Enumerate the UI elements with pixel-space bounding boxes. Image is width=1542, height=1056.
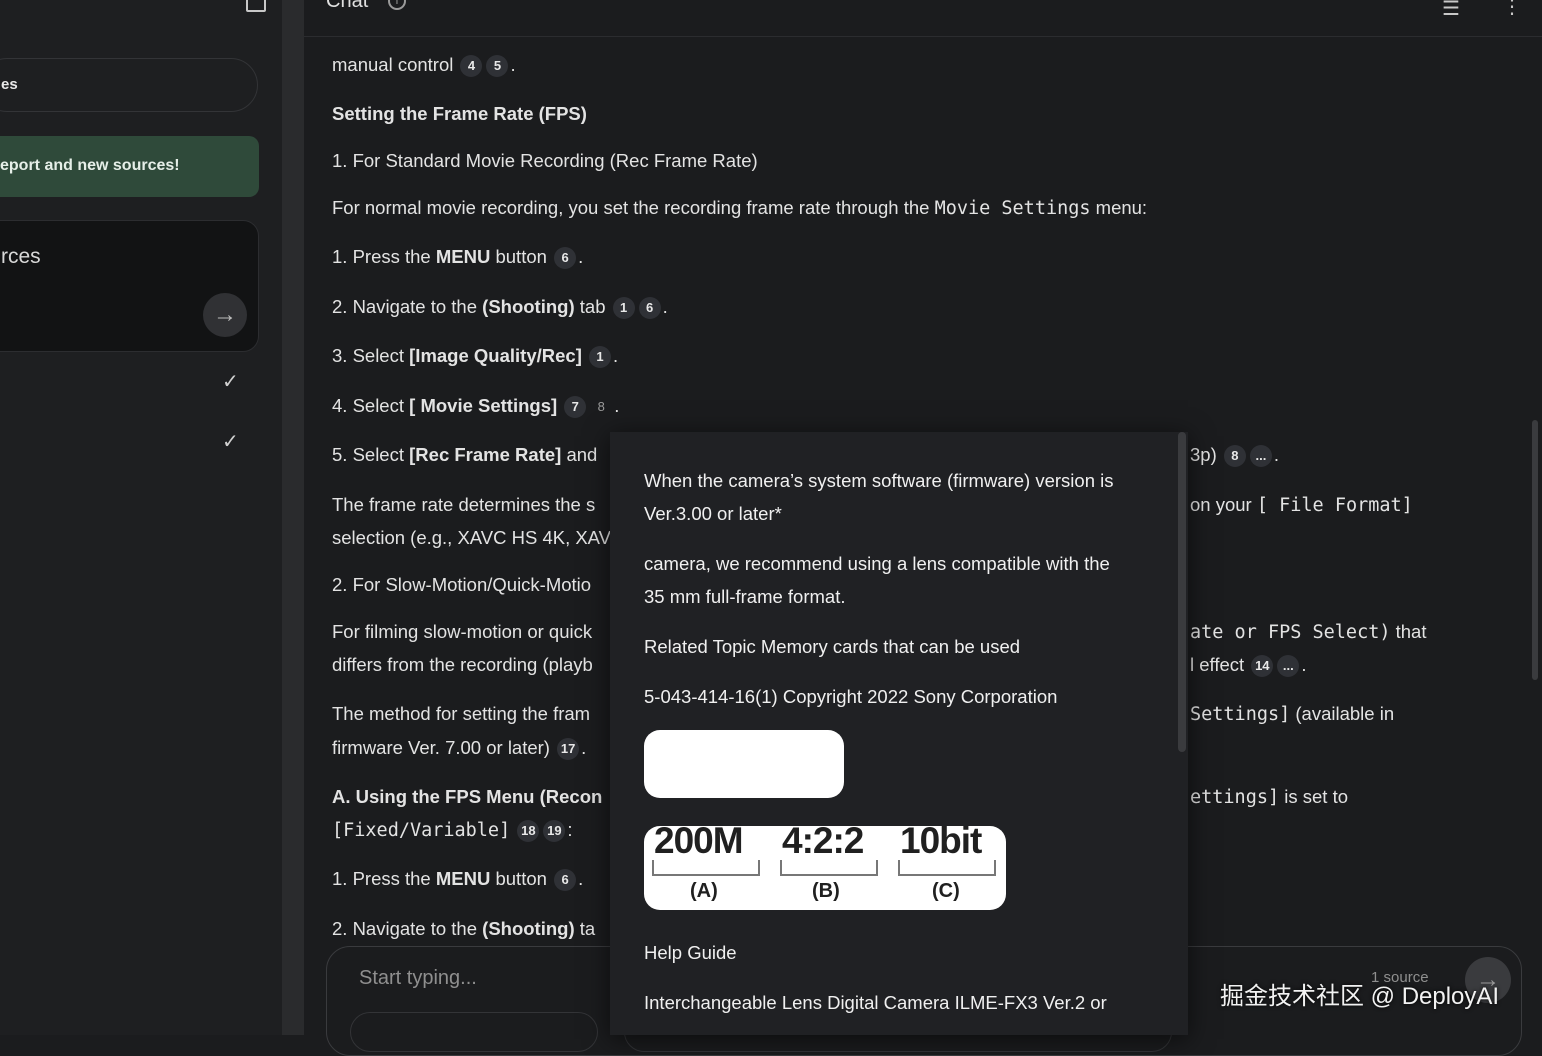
bitdepth-value: 10bit <box>900 820 982 861</box>
chat-line-tail: on your [ File Format] <box>1190 494 1413 516</box>
citation-chip[interactable]: 19 <box>543 820 566 843</box>
bitrate-value: 200M <box>654 820 744 861</box>
chat-line-tail: ate or FPS Select) that <box>1190 621 1427 643</box>
citation-chip[interactable]: 14 <box>1251 655 1274 678</box>
citation-popup: When the camera’s system software (firmw… <box>610 432 1188 1035</box>
popup-text: When the camera’s system software (firmw… <box>644 470 1114 491</box>
label-b: (B) <box>812 880 840 902</box>
citation-chip[interactable]: 5 <box>486 55 509 78</box>
popup-scrollbar[interactable] <box>1178 432 1186 752</box>
panel-divider[interactable] <box>282 0 304 1035</box>
citation-chip[interactable]: 6 <box>554 869 577 892</box>
chat-line: 2. For Slow-Motion/Quick-Motio <box>332 574 592 595</box>
popup-text: 35 mm full-frame format. <box>644 586 846 607</box>
bracket-b <box>780 860 878 876</box>
sources-card: rces → <box>0 220 259 352</box>
info-icon[interactable]: i <box>388 0 406 10</box>
step-line: 4. Select [ Movie Settings] 78. <box>332 395 619 419</box>
announcement-text: eport and new sources! <box>0 157 180 174</box>
tune-icon[interactable]: ☰ <box>1442 0 1460 21</box>
chat-line: [Fixed/Variable] 18 19: <box>332 819 573 843</box>
citation-chip[interactable]: 4 <box>460 55 483 78</box>
label-a: (A) <box>690 880 718 902</box>
step-line-tail: 3p) 8.... <box>1190 444 1279 468</box>
chat-header: Chat i ☰ ⋮ <box>304 0 1542 37</box>
step-line: 1. Press the MENU button 6. <box>332 868 583 892</box>
chat-line-tail: ettings] is set to <box>1190 786 1348 808</box>
citation-chip[interactable]: 1 <box>589 346 611 369</box>
chat-input-placeholder: Start typing... <box>359 967 477 989</box>
step-line: 1. Press the MENU button 6. <box>332 246 583 270</box>
sidebar-pill-label: es <box>1 76 18 93</box>
more-options-icon[interactable]: ⋮ <box>1502 0 1522 19</box>
step-line: 2. Navigate to the (Shooting) tab 16. <box>332 296 668 320</box>
citation-chip[interactable]: ... <box>1277 655 1300 678</box>
step-line: 5. Select [Rec Frame Rate] and <box>332 444 598 465</box>
chat-line: differs from the recording (playb <box>332 654 593 675</box>
watermark: 掘金技术社区 @ DeployAI <box>1220 983 1500 1010</box>
bracket-c <box>898 860 996 876</box>
popup-image-blank <box>644 730 844 798</box>
section-heading: A. Using the FPS Menu (Recon <box>332 786 603 807</box>
arrow-right-icon[interactable]: → <box>203 293 247 337</box>
popup-text: 5-043-414-16(1) Copyright 2022 Sony Corp… <box>644 686 1058 707</box>
citation-chip[interactable]: 6 <box>638 297 661 320</box>
citation-chip[interactable]: 18 <box>517 820 540 843</box>
chat-line: For filming slow-motion or quick <box>332 621 593 642</box>
citation-chip[interactable]: 1 <box>612 297 635 320</box>
chat-title: Chat <box>326 0 369 12</box>
chat-line: firmware Ver. 7.00 or later) 17. <box>332 737 586 761</box>
popup-text: Help Guide <box>644 942 737 963</box>
chat-line: 1. For Standard Movie Recording (Rec Fra… <box>332 150 758 171</box>
chat-line-tail: Settings] (available in <box>1190 703 1395 725</box>
chat-line: manual control 45. <box>332 54 516 78</box>
collapse-panel-icon[interactable] <box>246 0 266 12</box>
popup-text: Interchangeable Lens Digital Camera ILME… <box>644 992 1107 1013</box>
announcement-banner[interactable]: eport and new sources! <box>0 136 259 197</box>
citation-chip[interactable]: 7 <box>564 396 587 419</box>
chat-line-tail: l effect 14.... <box>1190 654 1306 678</box>
chat-line: For normal movie recording, you set the … <box>332 197 1148 219</box>
checkmark-icon[interactable]: ✓ <box>222 432 242 452</box>
checkmark-icon[interactable]: ✓ <box>222 372 242 392</box>
label-c: (C) <box>932 880 960 902</box>
bracket-a <box>652 860 760 876</box>
step-line: 2. Navigate to the (Shooting) ta <box>332 918 596 939</box>
citation-chip[interactable]: ... <box>1249 445 1272 468</box>
popup-text: Related Topic Memory cards that can be u… <box>644 636 1021 657</box>
citation-chip[interactable]: 6 <box>554 247 577 270</box>
popup-text: Ver.3.00 or later* <box>644 503 782 524</box>
chat-scrollbar[interactable] <box>1532 420 1538 680</box>
chat-line: selection (e.g., XAVC HS 4K, XAV <box>332 527 611 548</box>
chat-line: The frame rate determines the s <box>332 494 596 515</box>
citation-chip[interactable]: 8 <box>1223 445 1246 468</box>
spec-label-image: 200M 4:2:2 10bit (A) (B) (C) <box>644 820 1006 910</box>
citation-chip[interactable]: 17 <box>557 738 580 761</box>
chat-line: The method for setting the fram <box>332 703 591 724</box>
sources-card-title: rces <box>1 245 41 268</box>
sidebar-pill[interactable]: es <box>0 58 258 112</box>
chroma-value: 4:2:2 <box>782 820 864 861</box>
sources-sidebar: es eport and new sources! rces → ✓ ✓ <box>0 0 282 1035</box>
citation-chip[interactable]: 8 <box>590 396 612 418</box>
section-heading: Setting the Frame Rate (FPS) <box>332 103 587 124</box>
step-line: 3. Select [Image Quality/Rec] 1. <box>332 345 618 369</box>
suggestion-chip[interactable] <box>350 1012 598 1052</box>
popup-text: camera, we recommend using a lens compat… <box>644 553 1110 574</box>
